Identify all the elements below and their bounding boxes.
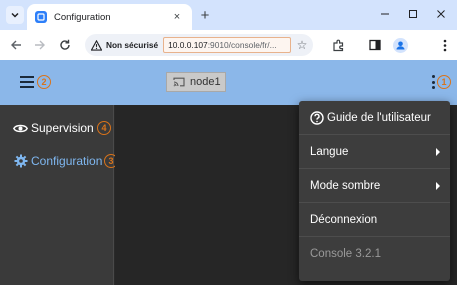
sidebar-item-label: Supervision bbox=[31, 121, 94, 135]
user-dropdown-menu: Guide de l'utilisateur Langue Mode sombr… bbox=[299, 101, 450, 281]
favicon-icon bbox=[35, 11, 47, 23]
annotation-badge-1: 1 bbox=[437, 75, 451, 89]
menu-item-version: Console 3.2.1 bbox=[299, 237, 450, 271]
version-label: Console 3.2.1 bbox=[310, 248, 381, 260]
menu-item-logout[interactable]: Déconnexion bbox=[299, 203, 450, 237]
back-arrow-icon[interactable] bbox=[8, 37, 24, 53]
tab-title: Configuration bbox=[54, 11, 111, 23]
sidebar-item-label: Configuration bbox=[31, 154, 103, 168]
browser-tab[interactable]: Configuration × bbox=[27, 4, 192, 30]
url-text[interactable]: 10.0.0.107:9010/console/fr/... bbox=[163, 37, 291, 53]
node-selector[interactable]: node1 bbox=[166, 72, 226, 92]
close-window-icon[interactable] bbox=[433, 6, 449, 22]
menu-item-label: Mode sombre bbox=[310, 179, 381, 192]
chevron-right-icon bbox=[436, 148, 440, 156]
gear-icon bbox=[13, 154, 28, 169]
browser-menu-icon[interactable] bbox=[437, 37, 453, 53]
annotation-badge-2: 2 bbox=[37, 75, 51, 89]
security-label[interactable]: Non sécurisé bbox=[106, 40, 158, 50]
menu-item-language[interactable]: Langue bbox=[299, 135, 450, 169]
chevron-right-icon bbox=[436, 182, 440, 190]
maximize-icon[interactable] bbox=[405, 6, 421, 22]
cast-icon bbox=[173, 77, 185, 87]
warning-icon[interactable] bbox=[91, 39, 102, 51]
forward-arrow-icon[interactable] bbox=[32, 37, 48, 53]
browser-toolbar: Non sécurisé 10.0.0.107:9010/console/fr/… bbox=[0, 30, 457, 60]
sidebar: Supervision 4 Configuration 3 bbox=[0, 105, 118, 285]
minimize-icon[interactable] bbox=[377, 6, 393, 22]
reload-icon[interactable] bbox=[57, 37, 73, 53]
sidebar-item-supervision[interactable]: Supervision bbox=[13, 119, 94, 137]
menu-item-user-guide[interactable]: Guide de l'utilisateur bbox=[299, 101, 450, 135]
url-path: :9010/console/fr/... bbox=[207, 40, 277, 50]
tab-search-button[interactable] bbox=[6, 6, 24, 24]
help-circle-icon bbox=[310, 110, 324, 125]
side-panel-icon[interactable] bbox=[367, 37, 383, 53]
app-header: 2 node1 1 bbox=[0, 60, 457, 105]
browser-tab-strip: Configuration × + bbox=[0, 0, 457, 30]
url-host: 10.0.0.107 bbox=[168, 40, 208, 50]
profile-avatar-icon[interactable] bbox=[392, 37, 408, 53]
menu-item-label: Déconnexion bbox=[310, 213, 378, 226]
eye-icon bbox=[13, 121, 28, 136]
address-bar[interactable]: Non sécurisé 10.0.0.107:9010/console/fr/… bbox=[85, 34, 313, 56]
bookmark-star-icon[interactable]: ☆ bbox=[295, 38, 309, 52]
more-vertical-icon[interactable] bbox=[431, 75, 435, 89]
menu-item-dark-mode[interactable]: Mode sombre bbox=[299, 169, 450, 203]
close-tab-icon[interactable]: × bbox=[170, 10, 184, 24]
new-tab-button[interactable]: + bbox=[197, 7, 213, 23]
hamburger-menu-icon[interactable] bbox=[20, 76, 34, 88]
extensions-icon[interactable] bbox=[330, 37, 346, 53]
sidebar-item-configuration[interactable]: Configuration bbox=[13, 152, 102, 170]
menu-item-label: Guide de l'utilisateur bbox=[327, 111, 431, 124]
node-label: node1 bbox=[190, 76, 221, 88]
chevron-down-icon bbox=[11, 12, 19, 18]
menu-item-label: Langue bbox=[310, 145, 349, 158]
annotation-badge-4: 4 bbox=[97, 121, 111, 135]
